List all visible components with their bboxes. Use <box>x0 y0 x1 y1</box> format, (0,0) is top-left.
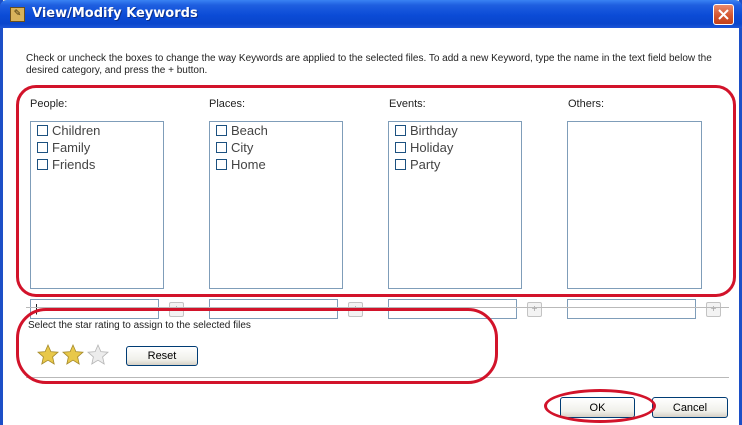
add-keyword-button-places[interactable]: + <box>348 302 363 317</box>
title-bar: ✎ View/Modify Keywords <box>0 0 742 28</box>
category-label-others: Others: <box>568 98 605 110</box>
keyword-item[interactable]: Friends <box>31 156 163 173</box>
keyword-item[interactable]: Holiday <box>389 139 521 156</box>
app-icon: ✎ <box>10 7 25 22</box>
star-icon-2[interactable] <box>62 344 84 365</box>
checkbox[interactable] <box>37 159 48 170</box>
new-keyword-input-events[interactable] <box>388 299 517 319</box>
keyword-list-people[interactable]: Children Family Friends <box>30 121 164 289</box>
checkbox[interactable] <box>395 125 406 136</box>
new-keyword-input-people[interactable] <box>30 299 159 319</box>
checkbox[interactable] <box>37 142 48 153</box>
keyword-list-places[interactable]: Beach City Home <box>209 121 343 289</box>
checkbox[interactable] <box>395 142 406 153</box>
keyword-label: Birthday <box>410 123 458 138</box>
ok-button[interactable]: OK <box>560 397 635 418</box>
keyword-label: Children <box>52 123 101 138</box>
keyword-label: City <box>231 140 254 155</box>
instructions-text: Check or uncheck the boxes to change the… <box>26 53 712 76</box>
keyword-list-others[interactable] <box>567 121 702 289</box>
keyword-item[interactable]: Party <box>389 156 521 173</box>
checkbox[interactable] <box>216 142 227 153</box>
dialog-window: ✎ View/Modify Keywords Check or uncheck … <box>0 0 742 425</box>
reset-button[interactable]: Reset <box>126 346 198 366</box>
rating-label: Select the star rating to assign to the … <box>28 320 251 331</box>
checkbox[interactable] <box>216 125 227 136</box>
star-icon-1[interactable] <box>37 344 59 365</box>
checkbox[interactable] <box>216 159 227 170</box>
checkbox[interactable] <box>395 159 406 170</box>
new-keyword-input-others[interactable] <box>567 299 696 319</box>
keyword-item[interactable]: Family <box>31 139 163 156</box>
divider-top <box>26 307 729 308</box>
add-keyword-button-people[interactable]: + <box>169 302 184 317</box>
keyword-label: Holiday <box>410 140 454 155</box>
category-label-people: People: <box>30 98 68 110</box>
keyword-item[interactable]: Children <box>31 122 163 139</box>
keyword-list-events[interactable]: Birthday Holiday Party <box>388 121 522 289</box>
keyword-label: Friends <box>52 157 96 172</box>
add-keyword-button-events[interactable]: + <box>527 302 542 317</box>
keyword-item[interactable]: Home <box>210 156 342 173</box>
keyword-label: Party <box>410 157 441 172</box>
keyword-item[interactable]: City <box>210 139 342 156</box>
close-button[interactable] <box>713 4 734 25</box>
cancel-button[interactable]: Cancel <box>652 397 728 418</box>
category-label-places: Places: <box>209 98 246 110</box>
dialog-content: Check or uncheck the boxes to change the… <box>3 28 739 425</box>
dialog-title: View/Modify Keywords <box>32 6 198 21</box>
checkbox[interactable] <box>37 125 48 136</box>
divider-bottom <box>26 377 729 378</box>
keyword-label: Family <box>52 140 91 155</box>
add-keyword-button-others[interactable]: + <box>706 302 721 317</box>
keyword-label: Beach <box>231 123 268 138</box>
keyword-item[interactable]: Birthday <box>389 122 521 139</box>
new-keyword-input-places[interactable] <box>209 299 338 319</box>
keyword-item[interactable]: Beach <box>210 122 342 139</box>
category-label-events: Events: <box>389 98 426 110</box>
star-icon-3[interactable] <box>87 344 109 365</box>
close-icon <box>718 9 729 20</box>
keyword-label: Home <box>231 157 266 172</box>
